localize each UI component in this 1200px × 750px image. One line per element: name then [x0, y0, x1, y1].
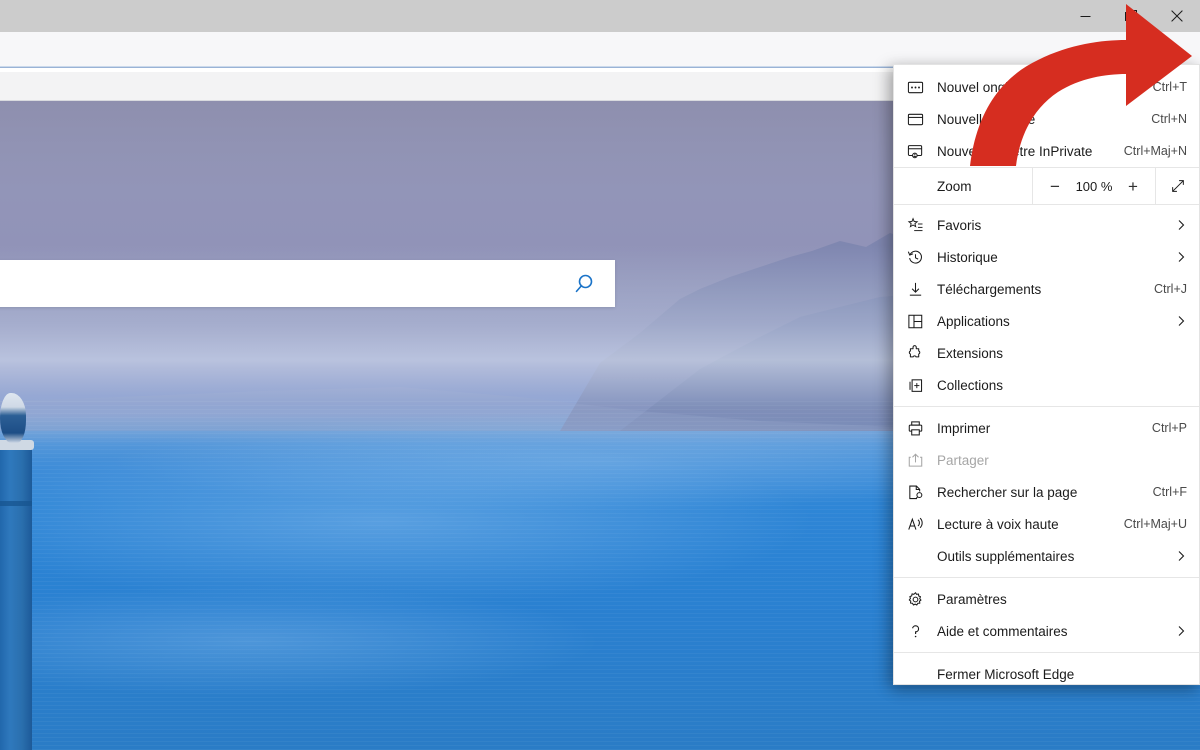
menu-item-find-on-page[interactable]: Rechercher sur la page Ctrl+F	[894, 476, 1199, 508]
find-on-page-icon	[907, 484, 937, 501]
menu-item-accelerator: Ctrl+P	[1152, 421, 1187, 435]
help-icon	[907, 623, 937, 640]
menu-item-accelerator: Ctrl+Maj+N	[1124, 144, 1187, 158]
collections-icon	[907, 377, 937, 394]
menu-separator	[894, 652, 1199, 653]
new-window-icon	[907, 111, 937, 128]
post-band	[0, 501, 32, 506]
menu-item-apps[interactable]: Applications	[894, 305, 1199, 337]
apps-icon	[907, 313, 937, 330]
web-search-box[interactable]	[0, 260, 615, 307]
menu-item-settings[interactable]: Paramètres	[894, 583, 1199, 615]
favorites-icon	[907, 217, 937, 234]
menu-item-label: Aide et commentaires	[937, 624, 1167, 639]
menu-item-print[interactable]: Imprimer Ctrl+P	[894, 412, 1199, 444]
menu-item-label: Collections	[937, 378, 1187, 393]
menu-item-label: Applications	[937, 314, 1167, 329]
seagull	[0, 393, 26, 443]
edge-settings-menu[interactable]: Nouvel onglet Ctrl+T Nouvelle fenêtre Ct…	[893, 64, 1200, 685]
chevron-right-icon	[1175, 251, 1187, 263]
menu-item-label: Historique	[937, 250, 1167, 265]
menu-item-accelerator: Ctrl+N	[1151, 112, 1187, 126]
menu-item-new-window[interactable]: Nouvelle fenêtre Ctrl+N	[894, 103, 1199, 135]
menu-item-help-feedback[interactable]: Aide et commentaires	[894, 615, 1199, 647]
zoom-value: 100 %	[1076, 179, 1113, 194]
menu-item-history[interactable]: Historique	[894, 241, 1199, 273]
menu-item-label: Nouvelle fenêtre InPrivate	[937, 144, 1116, 159]
mooring-post	[0, 446, 32, 750]
menu-item-label: Favoris	[937, 218, 1167, 233]
menu-item-extensions[interactable]: Extensions	[894, 337, 1199, 369]
zoom-row[interactable]: Zoom − 100 % +	[894, 167, 1199, 205]
share-icon	[907, 452, 937, 469]
downloads-icon	[907, 281, 937, 298]
menu-group-new: Nouvel onglet Ctrl+T Nouvelle fenêtre Ct…	[894, 65, 1199, 167]
close-button[interactable]	[1154, 0, 1200, 32]
tab-strip	[0, 0, 1200, 32]
chevron-right-icon	[1175, 550, 1187, 562]
menu-item-label: Extensions	[937, 346, 1187, 361]
restore-button[interactable]	[1108, 0, 1154, 32]
chevron-right-icon	[1175, 219, 1187, 231]
menu-item-favorites[interactable]: Favoris	[894, 209, 1199, 241]
menu-group-settings: Paramètres Aide et commentaires	[894, 583, 1199, 647]
menu-item-accelerator: Ctrl+F	[1153, 485, 1187, 499]
web-search-input[interactable]	[0, 260, 553, 307]
menu-separator	[894, 406, 1199, 407]
menu-group-browse: Favoris Historique	[894, 205, 1199, 401]
menu-item-label: Imprimer	[937, 421, 1144, 436]
chevron-right-icon	[1175, 625, 1187, 637]
extensions-icon	[907, 345, 937, 362]
menu-item-close-edge[interactable]: Fermer Microsoft Edge	[894, 658, 1199, 690]
window-controls	[1062, 0, 1200, 32]
read-aloud-icon	[907, 516, 937, 533]
zoom-controls: − 100 % +	[1032, 168, 1155, 204]
menu-item-label: Rechercher sur la page	[937, 485, 1145, 500]
menu-item-label: Paramètres	[937, 592, 1187, 607]
menu-item-label: Fermer Microsoft Edge	[907, 667, 1187, 682]
new-tab-icon	[907, 79, 937, 96]
menu-item-label: Lecture à voix haute	[937, 517, 1116, 532]
minimize-button[interactable]	[1062, 0, 1108, 32]
menu-item-accelerator: Ctrl+T	[1153, 80, 1187, 94]
menu-separator	[894, 577, 1199, 578]
settings-gear-icon	[907, 591, 937, 608]
menu-item-read-aloud[interactable]: Lecture à voix haute Ctrl+Maj+U	[894, 508, 1199, 540]
search-icon[interactable]	[553, 272, 615, 296]
print-icon	[907, 420, 937, 437]
zoom-out-button[interactable]: −	[1045, 178, 1065, 195]
menu-item-collections[interactable]: Collections	[894, 369, 1199, 401]
menu-item-accelerator: Ctrl+J	[1154, 282, 1187, 296]
menu-item-new-inprivate-window[interactable]: Nouvelle fenêtre InPrivate Ctrl+Maj+N	[894, 135, 1199, 167]
menu-item-label: Téléchargements	[937, 282, 1146, 297]
menu-item-downloads[interactable]: Téléchargements Ctrl+J	[894, 273, 1199, 305]
history-icon	[907, 249, 937, 266]
menu-item-label: Outils supplémentaires	[907, 549, 1167, 564]
zoom-in-button[interactable]: +	[1123, 178, 1143, 195]
zoom-label: Zoom	[894, 168, 1032, 204]
fullscreen-icon[interactable]	[1155, 168, 1199, 204]
chevron-right-icon	[1175, 315, 1187, 327]
menu-item-label: Partager	[937, 453, 1187, 468]
menu-item-label: Nouvelle fenêtre	[937, 112, 1143, 127]
menu-item-label: Nouvel onglet	[937, 80, 1145, 95]
menu-group-close: Fermer Microsoft Edge	[894, 658, 1199, 690]
inprivate-window-icon	[907, 143, 937, 160]
menu-item-share: Partager	[894, 444, 1199, 476]
browser-window: …	[0, 0, 1200, 750]
menu-item-accelerator: Ctrl+Maj+U	[1124, 517, 1187, 531]
menu-item-more-tools[interactable]: Outils supplémentaires	[894, 540, 1199, 572]
menu-group-tools: Imprimer Ctrl+P Partager	[894, 412, 1199, 572]
menu-item-new-tab[interactable]: Nouvel onglet Ctrl+T	[894, 71, 1199, 103]
